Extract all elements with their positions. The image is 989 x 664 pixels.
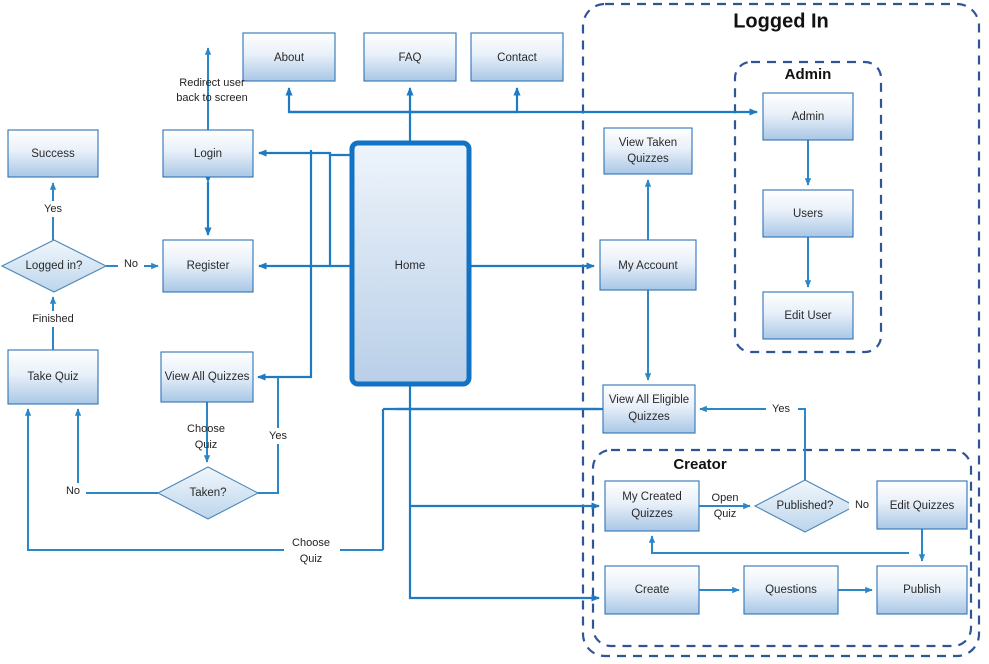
edge-label-yes-taken-top: Yes (269, 430, 287, 442)
edge-label-choose-quiz-bottom-line2-top: Quiz (300, 553, 323, 565)
group-creator: Creator (591, 448, 973, 648)
node-users-label: Users (793, 208, 823, 220)
node-login-label: Login (194, 148, 222, 160)
edge-label-redirect-line1: Redirect user (179, 77, 245, 89)
edge-label-choose-quiz-bottom-line1-top: Choose (292, 537, 330, 549)
edge-label-no-published-top: No (855, 499, 869, 511)
node-my-account-label: My Account (618, 260, 678, 272)
node-edit-quizzes-label: Edit Quizzes (890, 500, 955, 512)
node-view-all-quizzes-label: View All Quizzes (165, 371, 250, 383)
edge-label-yes-published-top: Yes (772, 403, 790, 415)
node-view-all-eligible-quizzes-label-2: Quizzes (628, 411, 670, 423)
edge-label-open-quiz-line1: Open (712, 492, 739, 504)
group-logged-in-title: Logged In (733, 10, 829, 32)
node-faq[interactable]: FAQ (363, 32, 457, 82)
node-users[interactable]: Users (762, 189, 854, 238)
edge-label-choose-quiz-left-line2: Quiz (195, 439, 218, 451)
edge-label-no-register-top: No (124, 258, 138, 270)
node-create[interactable]: Create (604, 565, 700, 615)
edge-label-no-taken-top: No (66, 485, 80, 497)
node-faq-label: FAQ (398, 52, 421, 64)
node-about-label: About (274, 52, 305, 64)
node-view-taken-quizzes[interactable]: View Taken Quizzes (603, 127, 693, 175)
node-home[interactable]: Home (349, 140, 472, 387)
flowchart-svg: Logged In Admin Creator Success Logged i… (0, 2, 981, 658)
node-publish-label: Publish (903, 584, 941, 596)
node-view-all-eligible-quizzes-label-1: View All Eligible (609, 394, 689, 406)
node-about[interactable]: About (242, 32, 336, 82)
node-success-label: Success (31, 148, 75, 160)
node-contact-label: Contact (497, 52, 537, 64)
node-edit-user[interactable]: Edit User (762, 291, 854, 340)
node-register-label: Register (187, 260, 230, 272)
group-creator-border (591, 448, 973, 648)
edge-home-viewallquizzes (256, 150, 313, 381)
node-taken-question[interactable]: Taken? (156, 466, 260, 520)
node-my-account[interactable]: My Account (599, 239, 697, 291)
node-take-quiz[interactable]: Take Quiz (7, 349, 99, 405)
edge-label-open-quiz-line2: Quiz (714, 508, 737, 520)
node-my-created-quizzes-label-2: Quizzes (631, 508, 673, 520)
edge-home-login (257, 149, 352, 157)
edge-publish-mycreated (648, 535, 909, 554)
node-create-label: Create (635, 584, 670, 596)
node-success[interactable]: Success (7, 129, 99, 178)
node-view-all-eligible-quizzes[interactable]: View All Eligible Quizzes (602, 384, 696, 434)
edge-label-redirect-line2: back to screen (176, 92, 248, 104)
edge-label-finished-top: Finished (32, 313, 74, 325)
node-questions[interactable]: Questions (743, 565, 839, 615)
node-take-quiz-label: Take Quiz (27, 371, 78, 383)
edge-label-yes-success-top: Yes (44, 203, 62, 215)
node-edit-user-label: Edit User (784, 310, 831, 322)
node-published-question[interactable]: Published? (753, 479, 857, 533)
node-register[interactable]: Register (162, 239, 254, 293)
edge-label-choose-quiz-left-line1: Choose (187, 423, 225, 435)
node-view-taken-quizzes-label-2: Quizzes (627, 153, 669, 165)
group-creator-title: Creator (673, 456, 727, 473)
node-view-all-quizzes[interactable]: View All Quizzes (160, 351, 254, 403)
node-home-label: Home (395, 260, 426, 272)
edge-home-create (408, 384, 601, 602)
node-my-created-quizzes[interactable]: My Created Quizzes (604, 480, 700, 532)
node-taken-question-label: Taken? (189, 487, 226, 499)
node-my-created-quizzes-label-1: My Created (622, 491, 681, 503)
node-questions-label: Questions (765, 584, 817, 596)
node-admin[interactable]: Admin (762, 92, 854, 141)
node-logged-in-question-label: Logged in? (26, 260, 83, 272)
edge-home-about (285, 86, 410, 114)
node-contact[interactable]: Contact (470, 32, 564, 82)
flowchart-canvas: Logged In Admin Creator Success Logged i… (0, 0, 989, 664)
group-admin-title: Admin (785, 66, 832, 83)
node-edit-quizzes[interactable]: Edit Quizzes (876, 480, 968, 530)
edge-taken-no (74, 408, 158, 494)
node-published-question-label: Published? (777, 500, 834, 512)
node-logged-in-question[interactable]: Logged in? (0, 239, 108, 293)
node-login[interactable]: Login (162, 129, 254, 178)
edge-home-contact (410, 86, 521, 114)
node-publish[interactable]: Publish (876, 565, 968, 615)
node-view-taken-quizzes-label-1: View Taken (619, 137, 677, 149)
node-admin-label: Admin (792, 111, 825, 123)
